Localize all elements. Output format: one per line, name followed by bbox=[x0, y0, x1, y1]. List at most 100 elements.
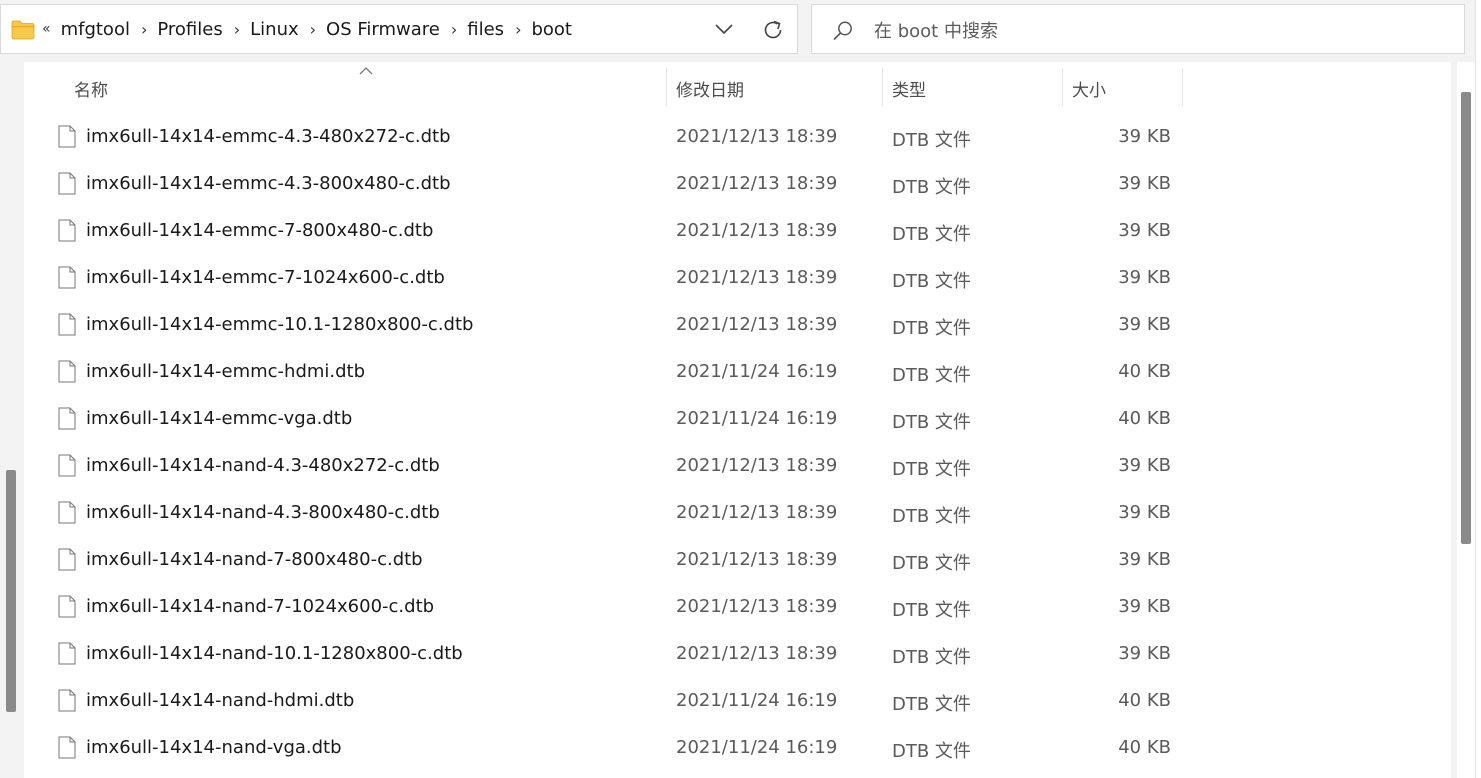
document-icon bbox=[58, 125, 76, 148]
file-row[interactable]: imx6ull-14x14-emmc-7-1024x600-c.dtb 2021… bbox=[24, 254, 1451, 301]
file-date: 2021/12/13 18:39 bbox=[676, 126, 838, 147]
file-type: DTB 文件 bbox=[892, 271, 971, 292]
file-size: 40 KB bbox=[1118, 408, 1171, 429]
file-name: imx6ull-14x14-emmc-7-800x480-c.dtb bbox=[86, 220, 434, 241]
column-divider[interactable] bbox=[1062, 68, 1063, 106]
column-header-type[interactable]: 类型 bbox=[892, 76, 926, 101]
file-type: DTB 文件 bbox=[892, 459, 971, 480]
file-type: DTB 文件 bbox=[892, 412, 971, 433]
file-row[interactable]: imx6ull-14x14-emmc-4.3-480x272-c.dtb 202… bbox=[24, 113, 1451, 160]
address-bar[interactable]: « mfgtool › Profiles › Linux › OS Firmwa… bbox=[0, 4, 798, 54]
file-type: DTB 文件 bbox=[892, 318, 971, 339]
document-icon bbox=[58, 360, 76, 383]
column-header-date[interactable]: 修改日期 bbox=[676, 76, 744, 101]
breadcrumb-item-mfgtool[interactable]: mfgtool bbox=[61, 19, 130, 40]
file-type: DTB 文件 bbox=[892, 177, 971, 198]
file-size: 39 KB bbox=[1118, 596, 1171, 617]
file-date: 2021/12/13 18:39 bbox=[676, 549, 838, 570]
file-size: 40 KB bbox=[1118, 690, 1171, 711]
document-icon bbox=[58, 266, 76, 289]
document-icon bbox=[58, 454, 76, 477]
search-input[interactable] bbox=[872, 17, 1436, 45]
document-icon bbox=[58, 736, 76, 759]
file-row[interactable]: imx6ull-14x14-emmc-7-800x480-c.dtb 2021/… bbox=[24, 207, 1451, 254]
search-box[interactable] bbox=[811, 4, 1465, 54]
column-header-size[interactable]: 大小 bbox=[1072, 76, 1106, 101]
file-name: imx6ull-14x14-emmc-4.3-480x272-c.dtb bbox=[86, 126, 451, 147]
file-row[interactable]: imx6ull-14x14-emmc-hdmi.dtb 2021/11/24 1… bbox=[24, 348, 1451, 395]
file-name: imx6ull-14x14-emmc-10.1-1280x800-c.dtb bbox=[86, 314, 474, 335]
file-row[interactable]: imx6ull-14x14-nand-7-800x480-c.dtb 2021/… bbox=[24, 536, 1451, 583]
document-icon bbox=[58, 219, 76, 242]
file-type: DTB 文件 bbox=[892, 741, 971, 762]
file-row[interactable]: imx6ull-14x14-nand-4.3-800x480-c.dtb 202… bbox=[24, 489, 1451, 536]
file-row[interactable]: imx6ull-14x14-nand-vga.dtb 2021/11/24 16… bbox=[24, 724, 1451, 771]
breadcrumb: « mfgtool › Profiles › Linux › OS Firmwa… bbox=[42, 5, 572, 53]
file-row[interactable]: imx6ull-14x14-emmc-4.3-800x480-c.dtb 202… bbox=[24, 160, 1451, 207]
file-type: DTB 文件 bbox=[892, 647, 971, 668]
file-date: 2021/12/13 18:39 bbox=[676, 314, 838, 335]
file-type: DTB 文件 bbox=[892, 224, 971, 245]
navigation-pane-scrollbar-thumb[interactable] bbox=[6, 470, 16, 712]
file-date: 2021/12/13 18:39 bbox=[676, 267, 838, 288]
breadcrumb-item-files[interactable]: files bbox=[467, 19, 504, 40]
file-name: imx6ull-14x14-nand-4.3-800x480-c.dtb bbox=[86, 502, 440, 523]
file-row[interactable]: imx6ull-14x14-nand-hdmi.dtb 2021/11/24 1… bbox=[24, 677, 1451, 724]
column-header-name[interactable]: 名称 bbox=[74, 76, 108, 101]
document-icon bbox=[58, 689, 76, 712]
file-type: DTB 文件 bbox=[892, 553, 971, 574]
window-edge bbox=[1475, 0, 1481, 778]
file-date: 2021/12/13 18:39 bbox=[676, 173, 838, 194]
breadcrumb-overflow-button[interactable]: « bbox=[42, 21, 51, 37]
document-icon bbox=[58, 642, 76, 665]
file-row[interactable]: imx6ull-14x14-nand-10.1-1280x800-c.dtb 2… bbox=[24, 630, 1451, 677]
file-row[interactable]: imx6ull-14x14-nand-4.3-480x272-c.dtb 202… bbox=[24, 442, 1451, 489]
breadcrumb-chevron-icon[interactable]: › bbox=[515, 20, 521, 39]
file-name: imx6ull-14x14-nand-7-800x480-c.dtb bbox=[86, 549, 423, 570]
breadcrumb-item-profiles[interactable]: Profiles bbox=[157, 19, 222, 40]
breadcrumb-item-boot[interactable]: boot bbox=[531, 19, 572, 40]
refresh-icon[interactable] bbox=[761, 18, 785, 42]
file-size: 40 KB bbox=[1118, 361, 1171, 382]
file-row[interactable]: imx6ull-14x14-nand-7-1024x600-c.dtb 2021… bbox=[24, 583, 1451, 630]
breadcrumb-chevron-icon[interactable]: › bbox=[141, 20, 147, 39]
file-size: 39 KB bbox=[1118, 549, 1171, 570]
document-icon bbox=[58, 407, 76, 430]
file-type: DTB 文件 bbox=[892, 506, 971, 527]
file-list-scrollbar-thumb[interactable] bbox=[1461, 92, 1471, 544]
breadcrumb-chevron-icon[interactable]: › bbox=[310, 20, 316, 39]
file-size: 39 KB bbox=[1118, 314, 1171, 335]
file-row[interactable]: imx6ull-14x14-emmc-10.1-1280x800-c.dtb 2… bbox=[24, 301, 1451, 348]
file-name: imx6ull-14x14-emmc-4.3-800x480-c.dtb bbox=[86, 173, 451, 194]
file-name: imx6ull-14x14-nand-7-1024x600-c.dtb bbox=[86, 596, 435, 617]
breadcrumb-chevron-icon[interactable]: › bbox=[234, 20, 240, 39]
file-name: imx6ull-14x14-nand-hdmi.dtb bbox=[86, 690, 355, 711]
breadcrumb-chevron-icon[interactable]: › bbox=[451, 20, 457, 39]
document-icon bbox=[58, 548, 76, 571]
file-date: 2021/11/24 16:19 bbox=[676, 690, 838, 711]
file-date: 2021/12/13 18:39 bbox=[676, 455, 838, 476]
file-type: DTB 文件 bbox=[892, 365, 971, 386]
column-header-row: 名称 修改日期 类型 大小 bbox=[24, 62, 1451, 108]
file-row[interactable]: imx6ull-14x14-emmc-vga.dtb 2021/11/24 16… bbox=[24, 395, 1451, 442]
file-size: 39 KB bbox=[1118, 173, 1171, 194]
chevron-down-icon[interactable] bbox=[713, 21, 735, 37]
file-size: 40 KB bbox=[1118, 737, 1171, 758]
column-divider[interactable] bbox=[666, 68, 667, 106]
breadcrumb-item-linux[interactable]: Linux bbox=[250, 19, 299, 40]
file-date: 2021/11/24 16:19 bbox=[676, 408, 838, 429]
file-type: DTB 文件 bbox=[892, 130, 971, 151]
file-size: 39 KB bbox=[1118, 455, 1171, 476]
file-date: 2021/12/13 18:39 bbox=[676, 596, 838, 617]
document-icon bbox=[58, 501, 76, 524]
column-divider[interactable] bbox=[1182, 68, 1183, 106]
file-name: imx6ull-14x14-emmc-vga.dtb bbox=[86, 408, 353, 429]
column-divider[interactable] bbox=[882, 68, 883, 106]
file-list: 名称 修改日期 类型 大小 imx6ull-14x14-emmc-4.3-480… bbox=[24, 62, 1451, 778]
breadcrumb-item-os-firmware[interactable]: OS Firmware bbox=[326, 19, 440, 40]
folder-icon bbox=[11, 20, 35, 40]
search-icon bbox=[833, 21, 852, 41]
file-date: 2021/12/13 18:39 bbox=[676, 220, 838, 241]
file-size: 39 KB bbox=[1118, 502, 1171, 523]
file-date: 2021/11/24 16:19 bbox=[676, 737, 838, 758]
